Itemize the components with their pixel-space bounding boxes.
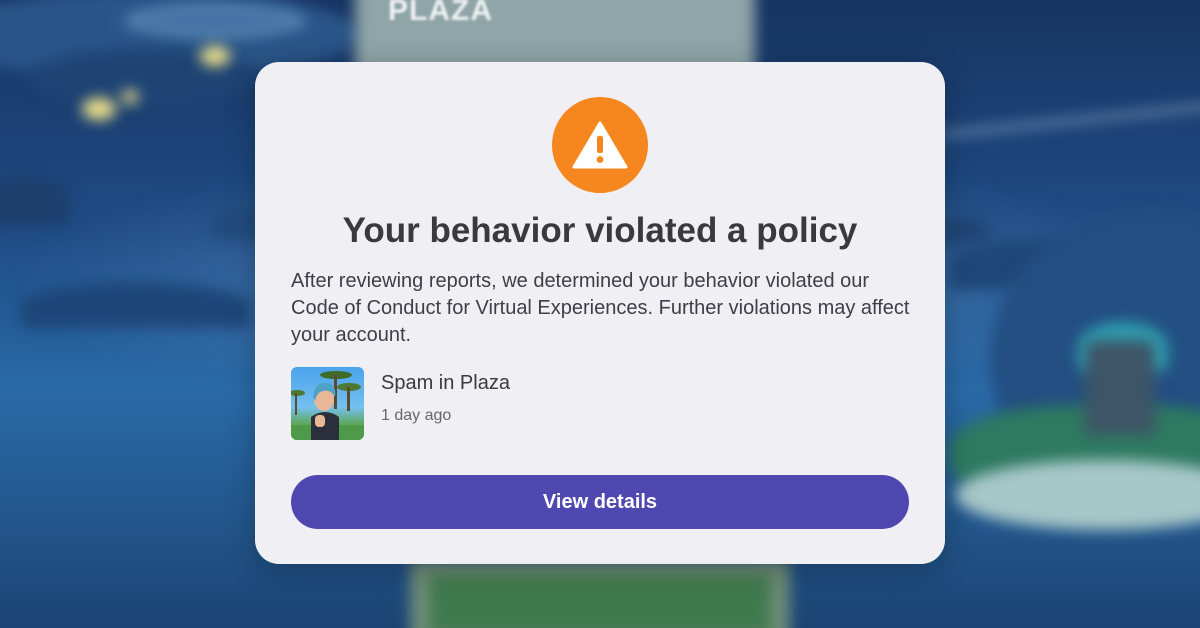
platform-ring [130,8,300,34]
observatory-tower [1085,340,1155,435]
report-thumbnail [291,366,364,440]
warning-icon [552,97,648,193]
hill [20,282,250,328]
report-timestamp: 1 day ago [381,406,452,424]
policy-violation-dialog: Your behavior violated a policy After re… [255,62,945,564]
report-item: Spam in Plaza 1 day ago [291,366,510,440]
hill [940,215,990,245]
plaza-pillar-grass [430,575,770,628]
view-details-button[interactable]: View details [291,475,909,529]
dialog-title: Your behavior violated a policy [342,211,858,250]
lamp-light [200,46,230,66]
plaza-sign-text: PLAZA [388,0,493,27]
lamp-light [122,90,138,104]
light-streak [940,103,1200,137]
dialog-description: After reviewing reports, we determined y… [291,270,910,346]
report-title: Spam in Plaza [381,371,510,394]
lamp-light [82,98,116,120]
